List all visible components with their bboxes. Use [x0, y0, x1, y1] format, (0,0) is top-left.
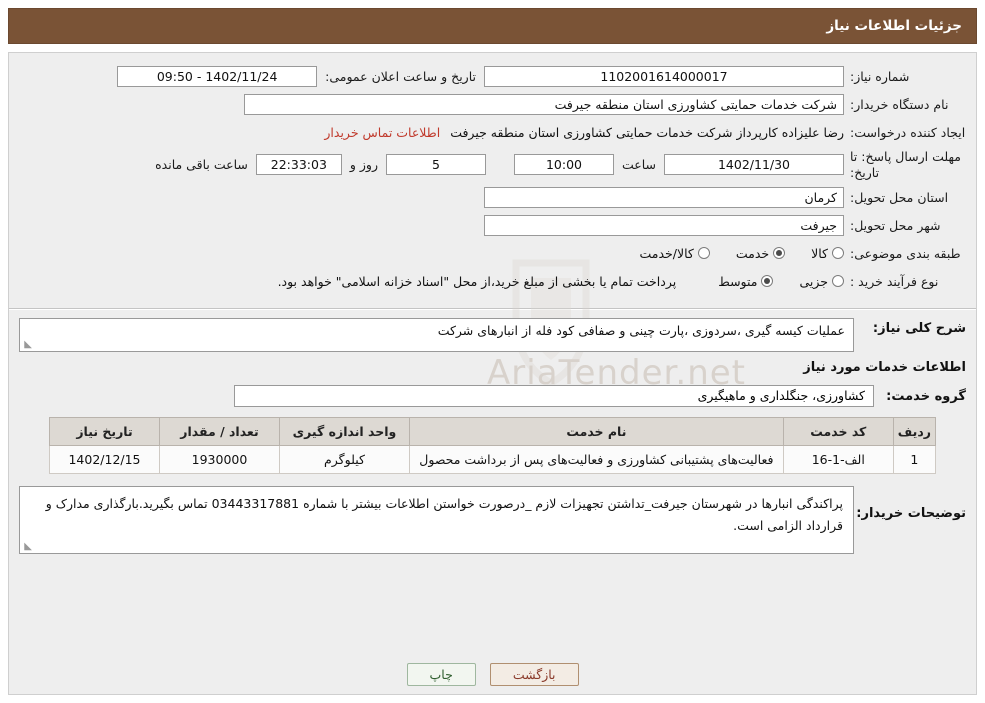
col-date: تاریخ نیاز [49, 417, 160, 447]
row-process: نوع فرآیند خرید : جزیی متوسط پرداخت تمام… [19, 270, 966, 292]
radio-icon-kala-khedmat[interactable] [697, 247, 710, 260]
buyer-contact-link[interactable]: اطلاعات تماس خریدار [324, 125, 440, 140]
category-option-kala-khedmat-label: کالا/خدمت [639, 245, 694, 261]
footer-buttons: بازگشت چاپ [9, 663, 976, 686]
need-summary-form: شماره نیاز: 1102001614000017 تاریخ و ساع… [9, 53, 976, 302]
category-label: طبقه بندی موضوعی: [850, 245, 961, 261]
row-category: طبقه بندی موضوعی: کالا خدمت کالا/خدمت [19, 242, 966, 264]
description-section: شرح کلی نیاز: عملیات کیسه گیری ،سردوزی ،… [9, 318, 976, 408]
service-group-label: گروه خدمت: [886, 388, 966, 404]
description-value: عملیات کیسه گیری ،سردوزی ،پارت چینی و صف… [437, 323, 845, 339]
services-table-wrapper: ردیف کد خدمت نام خدمت واحد اندازه گیری ت… [9, 417, 976, 475]
category-option-khedmat[interactable]: خدمت [735, 245, 786, 261]
page-root: جزئیات اطلاعات نیاز AriaTender.net شماره… [0, 0, 985, 703]
row-deadline: مهلت ارسال پاسخ: تا تاریخ: 1402/11/30 سا… [19, 149, 966, 180]
row-buyer-org: نام دستگاه خریدار: شرکت خدمات حمایتی کشا… [19, 93, 966, 115]
city-value: جیرفت [484, 214, 844, 236]
page-header: جزئیات اطلاعات نیاز [8, 8, 977, 44]
cell-unit: کیلوگرم [279, 445, 410, 475]
services-heading: اطلاعات خدمات مورد نیاز [803, 360, 966, 376]
page-title: جزئیات اطلاعات نیاز [826, 18, 962, 34]
requester-label: ایجاد کننده درخواست: [850, 124, 966, 140]
deadline-label: مهلت ارسال پاسخ: تا تاریخ: [850, 149, 961, 180]
details-panel: AriaTender.net شماره نیاز: 1102001614000… [8, 52, 977, 695]
days-label: روز و [349, 157, 378, 173]
category-option-khedmat-label: خدمت [735, 245, 770, 261]
process-note: پرداخت تمام یا بخشی از مبلغ خرید،از محل … [277, 273, 677, 289]
col-unit: واحد اندازه گیری [279, 417, 410, 447]
days-remaining-value: 5 [385, 154, 486, 176]
buyer-notes-label: توضیحات خریدار: [856, 506, 966, 522]
time-remaining-value: 22:33:03 [255, 154, 342, 176]
section-divider [9, 308, 976, 311]
cell-name: فعالیت‌های پشتیبانی کشاورزی و فعالیت‌های… [409, 445, 784, 475]
province-value: کرمان [484, 186, 844, 208]
buyer-org-label: نام دستگاه خریدار: [850, 96, 949, 112]
process-option-motevaset-label: متوسط [718, 273, 758, 289]
row-description: شرح کلی نیاز: عملیات کیسه گیری ،سردوزی ،… [19, 318, 966, 353]
need-number-value: 1102001614000017 [484, 65, 844, 87]
category-option-kala[interactable]: کالا [811, 246, 844, 261]
announce-datetime-label: تاریخ و ساعت اعلان عمومی: [325, 68, 476, 84]
radio-icon-khedmat[interactable] [773, 247, 786, 260]
row-requester: ایجاد کننده درخواست: رضا علیزاده کارپردا… [19, 121, 966, 143]
row-service-group: گروه خدمت: کشاورزی، جنگلداری و ماهیگیری [19, 385, 966, 408]
process-option-jozi-label: جزیی [799, 273, 828, 289]
radio-icon-jozi[interactable] [832, 275, 844, 288]
radio-icon-kala[interactable] [832, 247, 844, 260]
row-province: استان محل تحویل: کرمان [19, 186, 966, 208]
col-row: ردیف [892, 417, 937, 447]
buyer-org-value: شرکت خدمات حمایتی کشاورزی استان منطقه جی… [244, 93, 844, 115]
resize-grip-icon[interactable]: ◣ [22, 340, 32, 350]
announce-datetime-value: 1402/11/24 - 09:50 [117, 65, 318, 87]
process-option-motevaset[interactable]: متوسط [718, 273, 774, 289]
hour-label: ساعت [621, 157, 656, 173]
description-textarea[interactable]: عملیات کیسه گیری ،سردوزی ،پارت چینی و صف… [19, 318, 854, 353]
category-option-kala-khedmat[interactable]: کالا/خدمت [639, 245, 710, 261]
notes-resize-grip-icon[interactable]: ◣ [22, 542, 32, 552]
buyer-notes-section: توضیحات خریدار: پراکندگی انبارها در شهرس… [9, 474, 976, 555]
col-name: نام خدمت [409, 417, 784, 447]
col-code: کد خدمت [782, 417, 894, 447]
services-table: ردیف کد خدمت نام خدمت واحد اندازه گیری ت… [49, 417, 937, 475]
city-label: شهر محل تحویل: [850, 217, 941, 233]
buyer-notes-value: پراکندگی انبارها در شهرستان جیرفت_تداشتن… [45, 496, 843, 533]
cell-qty: 1930000 [159, 445, 280, 475]
remaining-suffix-label: ساعت باقی مانده [155, 157, 248, 173]
col-qty: تعداد / مقدار [159, 417, 280, 447]
print-button[interactable]: چاپ [406, 663, 476, 686]
requester-value: رضا علیزاده کارپرداز شرکت خدمات حمایتی ک… [450, 124, 844, 140]
process-option-jozi[interactable]: جزیی [799, 274, 844, 289]
buyer-notes-textarea[interactable]: پراکندگی انبارها در شهرستان جیرفت_تداشتن… [19, 486, 854, 555]
need-number-label: شماره نیاز: [850, 68, 910, 84]
description-label: شرح کلی نیاز: [872, 321, 966, 337]
table-header-row: ردیف کد خدمت نام خدمت واحد اندازه گیری ت… [49, 417, 937, 447]
deadline-date-value: 1402/11/30 [664, 154, 844, 176]
row-need-number: شماره نیاز: 1102001614000017 تاریخ و ساع… [19, 65, 966, 87]
cell-row: 1 [892, 445, 937, 475]
radio-icon-motevaset[interactable] [761, 275, 774, 288]
table-row: 1 الف-1-16 فعالیت‌های پشتیبانی کشاورزی و… [49, 445, 937, 475]
process-label: نوع فرآیند خرید : [850, 273, 939, 289]
cell-code: الف-1-16 [782, 445, 894, 475]
province-label: استان محل تحویل: [850, 189, 949, 205]
row-city: شهر محل تحویل: جیرفت [19, 214, 966, 236]
back-button[interactable]: بازگشت [489, 663, 579, 686]
deadline-time-value: 10:00 [513, 154, 614, 176]
cell-date: 1402/12/15 [49, 445, 160, 475]
service-group-value: کشاورزی، جنگلداری و ماهیگیری [234, 385, 874, 408]
category-option-kala-label: کالا [811, 245, 828, 261]
